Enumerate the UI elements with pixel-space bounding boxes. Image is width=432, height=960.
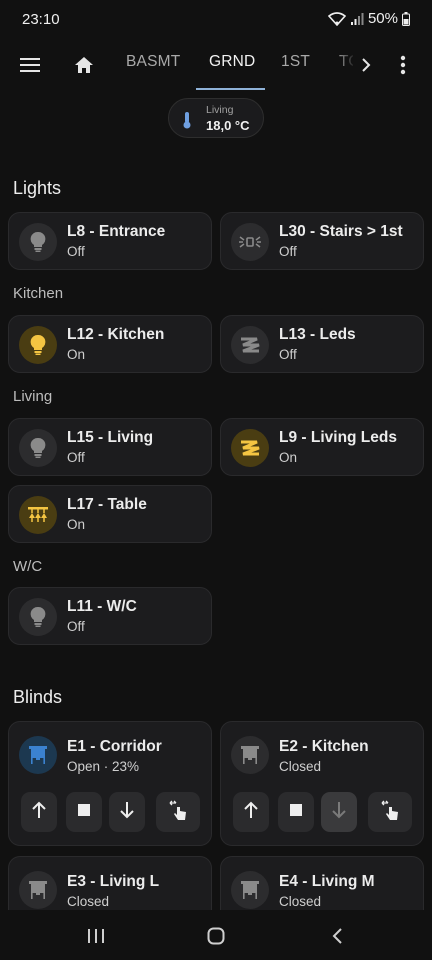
light-name: L8 - Entrance (67, 223, 166, 240)
back-icon[interactable] (325, 924, 349, 948)
active-tab-indicator (196, 88, 265, 90)
app-bar: BASMT GRND 1ST TO (0, 40, 432, 90)
tab-ground[interactable]: GRND (209, 53, 255, 71)
light-card[interactable]: L17 - Table On (8, 485, 212, 543)
menu-icon[interactable] (13, 48, 47, 82)
status-icons: 50% (327, 10, 410, 27)
stop-button[interactable] (278, 792, 314, 832)
blind-icon (231, 736, 269, 774)
light-name: L12 - Kitchen (67, 326, 165, 343)
blind-card[interactable]: E3 - Living L Closed (8, 856, 212, 916)
section-title-blinds: Blinds (13, 687, 63, 707)
light-name: L9 - Living Leds (279, 429, 397, 446)
open-button[interactable] (21, 792, 57, 832)
group-title-wc: W/C (13, 558, 43, 575)
bulb-icon (19, 429, 57, 467)
light-card[interactable]: L12 - Kitchen On (8, 315, 212, 373)
arrow-down-icon (331, 801, 347, 824)
bulb-icon (19, 223, 57, 261)
ceiling-light-icon (19, 496, 57, 534)
temperature-label: Living (206, 104, 234, 116)
open-button[interactable] (233, 792, 269, 832)
signal-icon (350, 12, 364, 26)
blind-state: Closed (67, 894, 110, 909)
status-time: 23:10 (22, 11, 60, 28)
thermometer-icon (182, 111, 192, 134)
section-title-lights: Lights (13, 178, 62, 198)
blind-card[interactable]: E2 - Kitchen Closed (220, 721, 424, 846)
light-state: On (67, 347, 86, 362)
blind-icon (19, 871, 57, 909)
close-button[interactable] (109, 792, 145, 832)
hand-swipe-icon (168, 799, 188, 826)
light-state: On (279, 450, 298, 465)
blind-name: E4 - Living M (279, 873, 375, 890)
system-nav-bar (0, 910, 432, 960)
blind-name: E2 - Kitchen (279, 738, 369, 755)
led-strip-icon (231, 326, 269, 364)
recent-apps-icon[interactable] (84, 924, 108, 948)
position-button[interactable] (368, 792, 412, 832)
arrow-down-icon (119, 801, 135, 824)
blind-icon (19, 736, 57, 774)
position-button[interactable] (156, 792, 200, 832)
light-card[interactable]: L8 - Entrance Off (8, 212, 212, 270)
chevron-right-icon[interactable] (349, 48, 383, 82)
blind-state: Closed (279, 759, 322, 774)
temperature-badge[interactable]: Living 18,0 °C (168, 98, 264, 138)
battery-icon (402, 11, 410, 26)
blind-name: E1 - Corridor (67, 738, 162, 755)
more-vert-icon[interactable] (386, 48, 420, 82)
close-button[interactable] (321, 792, 357, 832)
blind-card[interactable]: E1 - Corridor Open · 23% (8, 721, 212, 846)
bulb-icon (19, 326, 57, 364)
bulb-icon (19, 598, 57, 636)
light-card[interactable]: L30 - Stairs > 1st Off (220, 212, 424, 270)
tab-first[interactable]: 1ST (281, 53, 310, 71)
blind-icon (231, 871, 269, 909)
tab-basement[interactable]: BASMT (126, 53, 180, 71)
stop-icon (290, 803, 302, 821)
light-card[interactable]: L11 - W/C Off (8, 587, 212, 645)
light-card[interactable]: L15 - Living Off (8, 418, 212, 476)
light-name: L30 - Stairs > 1st (279, 223, 403, 240)
light-name: L17 - Table (67, 496, 147, 513)
blind-name: E3 - Living L (67, 873, 160, 890)
arrow-up-icon (31, 801, 47, 824)
temperature-value: 18,0 °C (206, 118, 250, 133)
light-name: L11 - W/C (67, 598, 137, 615)
status-bar: 23:10 50% (0, 0, 432, 40)
blind-state: Closed (279, 894, 322, 909)
home-button-icon[interactable] (204, 924, 228, 948)
stop-button[interactable] (66, 792, 102, 832)
light-state: Off (67, 619, 85, 634)
arrow-up-icon (243, 801, 259, 824)
light-state: On (67, 517, 86, 532)
wall-light-icon (231, 223, 269, 261)
home-icon[interactable] (67, 48, 101, 82)
blind-card[interactable]: E4 - Living M Closed (220, 856, 424, 916)
light-name: L15 - Living (67, 429, 154, 446)
led-strip-icon (231, 429, 269, 467)
battery-percent: 50% (367, 10, 398, 27)
group-title-kitchen: Kitchen (13, 285, 64, 302)
light-state: Off (67, 244, 85, 259)
light-state: Off (67, 450, 85, 465)
group-title-living: Living (13, 388, 53, 405)
wifi-icon (327, 11, 346, 26)
blind-state: Open · 23% (67, 759, 140, 774)
stop-icon (78, 803, 90, 821)
light-card[interactable]: L9 - Living Leds On (220, 418, 424, 476)
light-card[interactable]: L13 - Leds Off (220, 315, 424, 373)
light-name: L13 - Leds (279, 326, 356, 343)
light-state: Off (279, 244, 297, 259)
light-state: Off (279, 347, 297, 362)
hand-swipe-icon (380, 799, 400, 826)
